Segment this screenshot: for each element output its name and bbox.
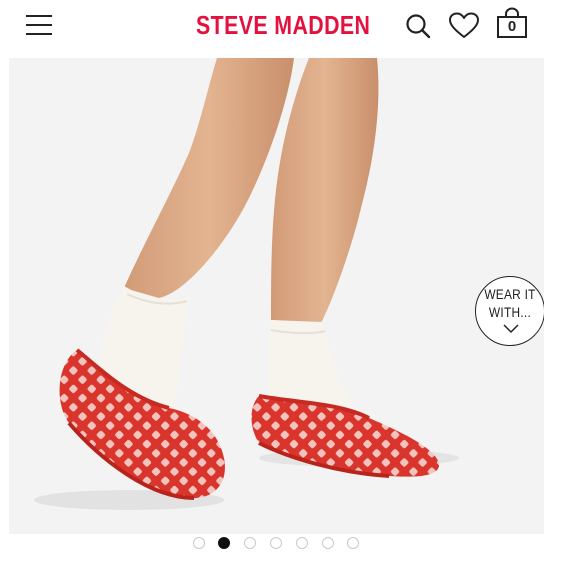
wishlist-button[interactable] [447,10,479,42]
site-header: STEVE MADDEN 0 [0,0,580,56]
carousel-dot[interactable] [322,537,334,549]
carousel-dot[interactable] [296,537,308,549]
cart-count: 0 [507,18,517,35]
search-icon [406,14,431,39]
chevron-down-icon [503,324,519,334]
menu-line [26,15,52,17]
carousel-dot[interactable] [347,537,359,549]
carousel-dot[interactable] [244,537,256,549]
search-button[interactable] [403,10,435,42]
wear-it-with-line1: WEAR IT [484,286,536,302]
menu-line [26,33,52,35]
brand-logo[interactable]: STEVE MADDEN [196,10,370,41]
hamburger-menu-button[interactable] [26,12,54,38]
product-photo [9,58,544,534]
heart-icon [449,12,479,38]
cart-button[interactable]: 0 [495,6,529,40]
menu-line [26,24,52,26]
carousel-dot[interactable] [193,537,205,549]
wear-it-with-button[interactable]: WEAR IT WITH... [475,276,544,346]
carousel-dot-active[interactable] [218,537,230,549]
wear-it-with-line2: WITH... [488,304,532,320]
carousel-pagination [0,535,580,553]
carousel-dot[interactable] [270,537,282,549]
product-image[interactable]: WEAR IT WITH... [9,58,544,534]
